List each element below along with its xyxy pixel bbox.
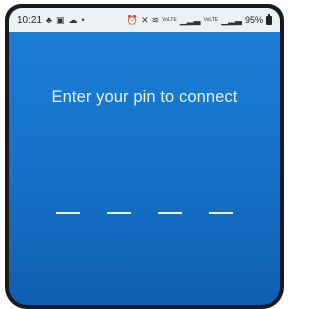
signal-icon: ▁▂▃ (179, 14, 201, 25)
notification-icon: ♣ (46, 14, 52, 25)
cast-icon: ▣ (55, 14, 65, 25)
signal-icon: ▁▂▃ (221, 14, 242, 25)
status-time: 10:21 (17, 14, 43, 26)
battery-icon (266, 13, 272, 25)
mute-icon: ✕ (141, 14, 149, 25)
wifi-icon: ≋ (151, 14, 160, 25)
status-left: 10:21 ♣ ▣ ☁ • (17, 15, 85, 26)
pin-digit-slot[interactable] (107, 212, 131, 214)
volte-label: VoLTE (162, 16, 177, 23)
volte-label: VoLTE (203, 16, 219, 23)
pin-digit-slot[interactable] (209, 212, 233, 214)
app-screen: 10:21 ♣ ▣ ☁ • ⏰ ✕ ≋ VoLTE ▁▂▃ VoLTE ▁▂▃ … (9, 8, 280, 305)
cloud-icon: ☁ (68, 14, 78, 25)
status-right: ⏰ ✕ ≋ VoLTE ▁▂▃ VoLTE ▁▂▃ 95% (126, 13, 272, 25)
phone-frame: 10:21 ♣ ▣ ☁ • ⏰ ✕ ≋ VoLTE ▁▂▃ VoLTE ▁▂▃ … (5, 4, 284, 309)
battery-percent: 95% (244, 15, 263, 25)
dot-icon: • (81, 14, 85, 25)
pin-input[interactable] (9, 212, 280, 214)
pin-digit-slot[interactable] (56, 212, 80, 214)
status-bar: 10:21 ♣ ▣ ☁ • ⏰ ✕ ≋ VoLTE ▁▂▃ VoLTE ▁▂▃ … (9, 8, 280, 32)
pin-digit-slot[interactable] (158, 212, 182, 214)
alarm-icon: ⏰ (126, 14, 139, 25)
pin-prompt: Enter your pin to connect (51, 88, 238, 106)
